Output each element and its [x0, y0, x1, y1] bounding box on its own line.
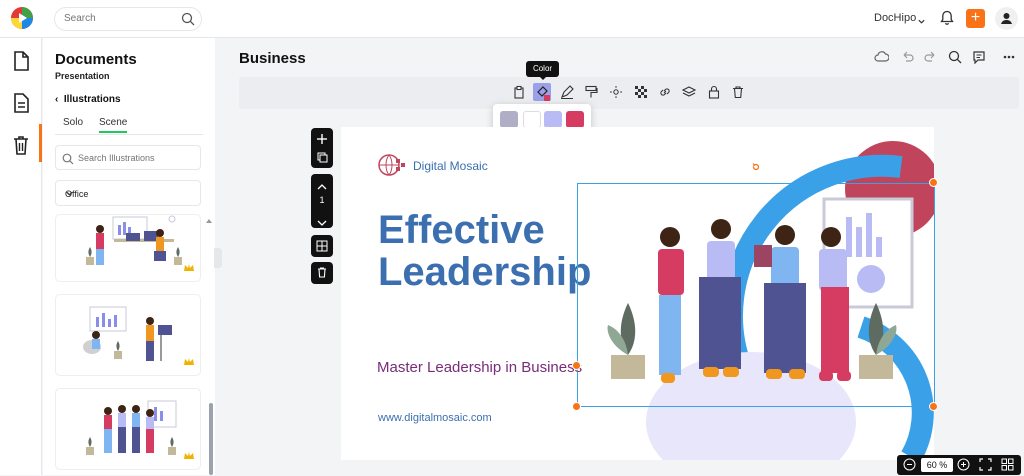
- illustration-search-input[interactable]: [78, 153, 193, 163]
- slide-headline: Effective Leadership: [378, 209, 591, 293]
- lock-icon[interactable]: [707, 85, 721, 99]
- illustrations-panel: Documents Presentation ‹ Illustrations S…: [43, 38, 215, 475]
- zoom-controls: 60 %: [897, 455, 1021, 475]
- illustration-card[interactable]: [55, 214, 201, 282]
- illustration-card[interactable]: [55, 294, 201, 376]
- tab-solo[interactable]: Solo: [63, 117, 83, 128]
- slide-url: www.digitalmosaic.com: [378, 412, 492, 424]
- office-scene-illustration: [86, 215, 182, 265]
- edit-colors-icon[interactable]: [560, 85, 574, 99]
- fullscreen-icon[interactable]: [979, 458, 992, 476]
- more-options-icon[interactable]: [1002, 50, 1016, 69]
- chevron-left-icon: ‹: [55, 94, 64, 105]
- plus-icon: [317, 134, 328, 163]
- chevron-down-icon[interactable]: [316, 214, 328, 232]
- clipboard-icon[interactable]: [512, 85, 526, 99]
- layers-icon[interactable]: [681, 85, 697, 99]
- resize-handle-bottom-left[interactable]: [572, 402, 581, 411]
- search-input[interactable]: [64, 13, 174, 24]
- search-box: [54, 7, 202, 31]
- documents-file-icon[interactable]: [11, 50, 31, 72]
- create-button[interactable]: +: [966, 9, 985, 28]
- headline-line-2: Leadership: [378, 250, 592, 294]
- illustration-search: [55, 145, 201, 170]
- panel-scrollbar-thumb[interactable]: [209, 403, 213, 475]
- color-swatch[interactable]: [523, 111, 541, 128]
- resize-handle-left[interactable]: [572, 361, 581, 370]
- resize-handle-bottom-right[interactable]: [929, 402, 938, 411]
- transparency-icon[interactable]: [634, 85, 648, 99]
- rotate-handle-icon[interactable]: [750, 160, 762, 178]
- search-icon[interactable]: [948, 50, 962, 69]
- crown-icon: [184, 447, 194, 465]
- dochipo-logo-icon[interactable]: [10, 6, 34, 30]
- grid-icon: [316, 240, 328, 252]
- zoom-level[interactable]: 60 %: [921, 458, 953, 472]
- grid-view-button[interactable]: [311, 235, 333, 257]
- active-indicator: [39, 124, 42, 162]
- crown-icon: [184, 259, 194, 277]
- resize-handle-top-right[interactable]: [929, 178, 938, 187]
- zoom-unit: %: [939, 460, 948, 470]
- color-swatch[interactable]: [500, 111, 518, 128]
- leadership-scene-illustration: [86, 400, 177, 455]
- avatar[interactable]: [995, 7, 1018, 30]
- zoom-in-icon[interactable]: [957, 458, 970, 476]
- panel-title: Documents: [55, 51, 137, 68]
- zoom-out-icon[interactable]: [903, 458, 916, 476]
- format-painter-icon[interactable]: [584, 85, 598, 99]
- color-swatch[interactable]: [566, 111, 584, 128]
- top-bar: DocHipo +: [0, 0, 1024, 38]
- pages-icon[interactable]: [11, 92, 31, 114]
- slide-tagline: Master Leadership in Business: [377, 359, 583, 376]
- search-icon: [62, 152, 74, 170]
- tab-scene[interactable]: Scene: [99, 117, 128, 133]
- slide-brand-name: Digital Mosaic: [413, 159, 488, 173]
- page-grid-icon[interactable]: [1001, 458, 1014, 476]
- page-number: 1: [319, 195, 325, 205]
- office-scene-illustration: [83, 306, 172, 361]
- digital-mosaic-logo-icon: [378, 153, 406, 182]
- page-navigator: 1: [311, 174, 333, 228]
- trash-icon: [318, 267, 326, 278]
- undo-icon[interactable]: [900, 50, 914, 69]
- scroll-up-icon: [206, 219, 212, 223]
- cloud-save-icon[interactable]: [874, 50, 890, 69]
- brightness-icon[interactable]: [609, 85, 623, 99]
- zoom-value: 60: [926, 460, 937, 470]
- tab-bar: Solo Scene: [55, 117, 203, 135]
- back-button[interactable]: ‹ Illustrations: [55, 94, 121, 105]
- selection-box[interactable]: [577, 183, 935, 407]
- color-tooltip: Color: [526, 61, 559, 80]
- illustration-card[interactable]: [55, 388, 201, 470]
- category-select[interactable]: Office: [55, 180, 201, 206]
- delete-icon[interactable]: [731, 85, 745, 99]
- panel-subtitle: Presentation: [55, 71, 110, 81]
- editor-actions: [874, 50, 1019, 66]
- bell-icon[interactable]: [940, 10, 954, 31]
- user-icon: [1001, 13, 1012, 24]
- workspace-name[interactable]: DocHipo: [874, 12, 916, 24]
- comment-icon[interactable]: [972, 50, 986, 69]
- document-title[interactable]: Business: [239, 50, 306, 67]
- redo-icon[interactable]: [924, 50, 938, 69]
- chevron-down-icon: [65, 189, 191, 200]
- collapse-panel-handle[interactable]: [214, 248, 222, 268]
- back-label: Illustrations: [63, 94, 121, 105]
- color-swatch[interactable]: [544, 111, 562, 128]
- chevron-up-icon[interactable]: [316, 178, 328, 196]
- delete-page-button[interactable]: [311, 262, 333, 284]
- link-icon[interactable]: [658, 85, 672, 99]
- add-page-button[interactable]: [311, 128, 333, 168]
- trash-icon[interactable]: [11, 134, 31, 156]
- element-toolbar: [239, 77, 1019, 109]
- fill-color-icon[interactable]: [533, 83, 551, 101]
- search-icon[interactable]: [181, 12, 195, 31]
- crown-icon: [184, 353, 194, 371]
- headline-line-1: Effective: [378, 208, 545, 252]
- chevron-down-icon[interactable]: [917, 13, 926, 31]
- left-rail: [0, 38, 42, 475]
